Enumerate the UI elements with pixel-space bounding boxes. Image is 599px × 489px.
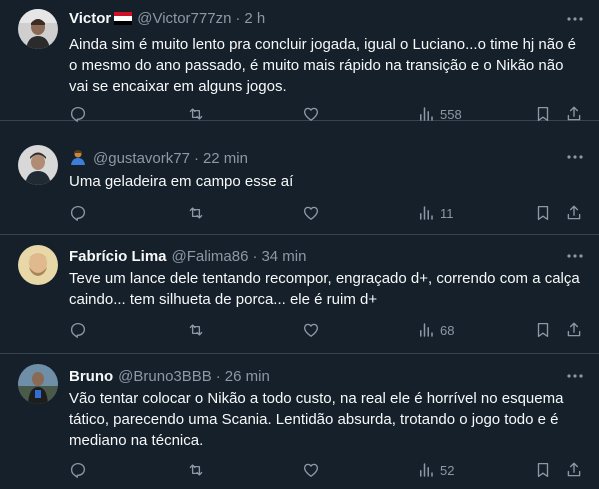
person-emoji-icon [69, 149, 87, 167]
views-icon [420, 463, 433, 477]
share-icon [567, 462, 581, 477]
author-handle[interactable]: @Falima86 [172, 248, 249, 265]
separator-dot: · [235, 10, 241, 27]
timestamp[interactable]: 22 min [203, 150, 248, 167]
more-options-button[interactable] [565, 9, 585, 29]
views-button[interactable]: 68 [417, 320, 454, 340]
avatar[interactable] [18, 9, 58, 49]
share-button[interactable] [565, 203, 583, 223]
views-button[interactable]: 52 [417, 460, 454, 480]
reply-icon [70, 205, 86, 221]
more-dots-icon [567, 254, 583, 258]
tweet-header: Bruno @Bruno3BBB · 26 min [69, 368, 270, 385]
retweet-button[interactable] [187, 203, 205, 223]
like-icon [303, 323, 319, 337]
tweet-header: Fabrício Lima @Falima86 · 34 min [69, 248, 306, 265]
like-button[interactable] [302, 460, 320, 480]
more-options-button[interactable] [565, 246, 585, 266]
reply-icon [70, 462, 86, 478]
views-count: 558 [440, 106, 462, 122]
author-name[interactable]: Fabrício Lima [69, 248, 167, 265]
tweet-text-line: caindo... tem silhueta de porca... ele é… [69, 291, 378, 308]
like-icon [303, 206, 319, 220]
more-dots-icon [567, 17, 583, 21]
tweet-gustavork[interactable]: @gustavork77 · 22 min Uma geladeira em c… [0, 121, 599, 235]
separator-dot: · [193, 149, 199, 167]
author-handle[interactable]: @gustavork77 [93, 150, 190, 167]
tweet-text-line: o mesmo do ano passado, é muito mais ráp… [69, 57, 564, 74]
views-button[interactable]: 11 [417, 203, 454, 223]
like-button[interactable] [302, 203, 320, 223]
bookmark-button[interactable] [534, 460, 552, 480]
like-button[interactable] [302, 320, 320, 340]
avatar[interactable] [18, 145, 58, 185]
reply-button[interactable] [69, 460, 87, 480]
timestamp[interactable]: 2 h [244, 10, 265, 27]
avatar[interactable] [18, 245, 58, 285]
views-icon [420, 323, 433, 337]
retweet-button[interactable] [187, 320, 205, 340]
reply-button[interactable] [69, 320, 87, 340]
retweet-icon [189, 324, 203, 336]
views-count: 11 [440, 205, 454, 221]
tweet-victor[interactable]: Victor @Victor777zn · 2 h Ainda sim é mu… [0, 0, 599, 122]
tweet-text: Ainda sim é muito lento pra concluir jog… [69, 34, 584, 97]
share-button[interactable] [565, 460, 583, 480]
views-icon [420, 206, 433, 220]
tweet-text-line: Ainda sim é muito lento pra concluir jog… [69, 36, 576, 53]
share-button[interactable] [565, 320, 583, 340]
retweet-button[interactable] [187, 460, 205, 480]
retweet-icon [189, 464, 203, 476]
views-count: 52 [440, 462, 455, 478]
bookmark-icon [537, 205, 549, 221]
more-dots-icon [567, 374, 583, 378]
more-dots-icon [567, 155, 583, 159]
bookmark-icon [537, 322, 549, 338]
author-handle[interactable]: @Bruno3BBB [118, 368, 212, 385]
bookmark-button[interactable] [534, 203, 552, 223]
tweet-fabricio[interactable]: Fabrício Lima @Falima86 · 34 min Teve um… [0, 235, 599, 354]
tweet-header: @gustavork77 · 22 min [69, 149, 248, 167]
tweet-header: Victor @Victor777zn · 2 h [69, 10, 265, 27]
author-handle[interactable]: @Victor777zn [137, 10, 231, 27]
views-count: 68 [440, 322, 455, 338]
reply-button[interactable] [69, 203, 87, 223]
tweet-text-line: Uma geladeira em campo esse aí [69, 173, 294, 190]
tweet-text-line: vai se encaixar em alguns jogos. [69, 78, 287, 95]
tweet-bruno[interactable]: Bruno @Bruno3BBB · 26 min Vão tentar col… [0, 354, 599, 489]
share-icon [567, 322, 581, 337]
tweet-text-line: Vão tentar colocar o Nikão a todo custo,… [69, 390, 564, 407]
more-options-button[interactable] [565, 147, 585, 167]
tweet-text: Vão tentar colocar o Nikão a todo custo,… [69, 388, 584, 451]
author-name[interactable]: Bruno [69, 368, 113, 385]
like-icon [303, 463, 319, 477]
timestamp[interactable]: 34 min [261, 248, 306, 265]
more-options-button[interactable] [565, 366, 585, 386]
separator-dot: · [215, 368, 221, 385]
retweet-icon [189, 207, 203, 219]
share-icon [567, 205, 581, 220]
author-name[interactable]: Victor [69, 10, 111, 27]
bookmark-icon [537, 462, 549, 478]
separator-dot: · [252, 248, 258, 265]
reply-feed: Victor @Victor777zn · 2 h Ainda sim é mu… [0, 0, 599, 489]
egypt-flag-icon [114, 12, 133, 25]
reply-icon [70, 322, 86, 338]
tweet-text: Uma geladeira em campo esse aí [69, 171, 584, 192]
tweet-text-line: mediano na técnica. [69, 432, 204, 449]
tweet-actions: 11 [0, 203, 599, 223]
tweet-text-line: Teve um lance dele tentando recompor, en… [69, 270, 580, 287]
tweet-text-line: tático, parecendo uma Scania. Lentidão a… [69, 411, 559, 428]
tweet-actions: 52 [0, 460, 599, 480]
timestamp[interactable]: 26 min [225, 368, 270, 385]
tweet-actions: 68 [0, 320, 599, 340]
avatar[interactable] [18, 364, 58, 404]
bookmark-button[interactable] [534, 320, 552, 340]
tweet-text: Teve um lance dele tentando recompor, en… [69, 268, 584, 310]
